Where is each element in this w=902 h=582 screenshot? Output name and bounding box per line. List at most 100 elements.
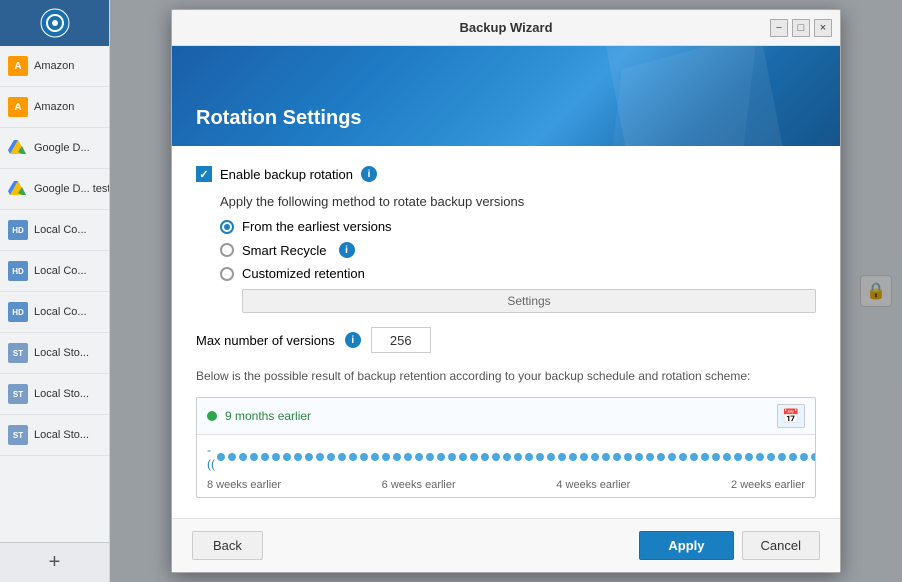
radio-smart-recycle[interactable] bbox=[220, 243, 234, 257]
smart-recycle-info-icon[interactable]: i bbox=[339, 242, 355, 258]
t-dot bbox=[668, 453, 676, 461]
t-dot bbox=[305, 453, 313, 461]
t-dot bbox=[217, 453, 225, 461]
maximize-button[interactable]: □ bbox=[792, 19, 810, 37]
sidebar-item-amazon1[interactable]: A Amazon bbox=[0, 46, 109, 87]
t-dot bbox=[624, 453, 632, 461]
t-dot bbox=[437, 453, 445, 461]
t-dot bbox=[778, 453, 786, 461]
sidebar-header bbox=[0, 0, 109, 46]
storage-icon3: ST bbox=[8, 425, 28, 445]
t-dot bbox=[503, 453, 511, 461]
radio-earliest-label: From the earliest versions bbox=[242, 219, 392, 234]
banner-title: Rotation Settings bbox=[196, 107, 362, 130]
sidebar-item-google1[interactable]: Google D... bbox=[0, 128, 109, 169]
sidebar-item-label: Local Sto... bbox=[34, 347, 89, 359]
dialog-body: Enable backup rotation i Apply the follo… bbox=[172, 146, 840, 518]
apply-button[interactable]: Apply bbox=[639, 531, 733, 560]
t-dot bbox=[536, 453, 544, 461]
t-dot bbox=[250, 453, 258, 461]
t-dot bbox=[745, 453, 753, 461]
t-dot bbox=[547, 453, 555, 461]
t-dot bbox=[481, 453, 489, 461]
sidebar-item-label: Local Co... bbox=[34, 306, 87, 318]
t-dot bbox=[646, 453, 654, 461]
timeline-labels: 8 weeks earlier 6 weeks earlier 4 weeks … bbox=[197, 479, 815, 497]
cancel-button[interactable]: Cancel bbox=[742, 531, 820, 560]
t-dot bbox=[404, 453, 412, 461]
timeline-line: -(( bbox=[207, 443, 805, 471]
timeline-label-2: 6 weeks earlier bbox=[382, 479, 456, 491]
sidebar-item-label: Local Sto... bbox=[34, 388, 89, 400]
back-button[interactable]: Back bbox=[192, 531, 263, 560]
sidebar-item-label: Amazon bbox=[34, 60, 74, 72]
minimize-button[interactable]: − bbox=[770, 19, 788, 37]
t-dot bbox=[459, 453, 467, 461]
google-drive-icon2 bbox=[8, 179, 28, 199]
local-backup-icon3: HD bbox=[8, 302, 28, 322]
timeline-container: 9 months earlier 📅 -(( bbox=[196, 397, 816, 498]
t-dot bbox=[272, 453, 280, 461]
sidebar-item-label: Local Co... bbox=[34, 224, 87, 236]
add-backup-button[interactable]: + bbox=[0, 542, 109, 582]
dialog-overlay: Backup Wizard − □ × Rotation Settings bbox=[110, 0, 902, 582]
local-backup-icon: HD bbox=[8, 220, 28, 240]
sidebar-item-label: Local Co... bbox=[34, 265, 87, 277]
max-versions-info-icon[interactable]: i bbox=[345, 332, 361, 348]
sidebar-item-amazon2[interactable]: A Amazon bbox=[0, 87, 109, 128]
timeline-label-3: 4 weeks earlier bbox=[556, 479, 630, 491]
t-dot bbox=[415, 453, 423, 461]
radio-row-smart: Smart Recycle i bbox=[220, 242, 816, 258]
enable-rotation-info-icon[interactable]: i bbox=[361, 166, 377, 182]
t-dot bbox=[767, 453, 775, 461]
t-dot bbox=[426, 453, 434, 461]
t-dot bbox=[602, 453, 610, 461]
t-dot bbox=[525, 453, 533, 461]
calendar-icon-button[interactable]: 📅 bbox=[777, 404, 805, 428]
sidebar-item-label: Amazon bbox=[34, 101, 74, 113]
t-dot bbox=[734, 453, 742, 461]
max-versions-row: Max number of versions i bbox=[196, 327, 816, 353]
radio-customized-label: Customized retention bbox=[242, 266, 365, 281]
timeline-dots bbox=[217, 453, 816, 461]
apply-method-label: Apply the following method to rotate bac… bbox=[220, 194, 816, 209]
sidebar-item-storage2[interactable]: ST Local Sto... bbox=[0, 374, 109, 415]
sidebar: A Amazon A Amazon Google D... bbox=[0, 0, 110, 582]
settings-button[interactable]: Settings bbox=[242, 289, 816, 313]
timeline-start-label: 9 months earlier bbox=[225, 409, 769, 423]
max-versions-input[interactable] bbox=[371, 327, 431, 353]
t-dot bbox=[382, 453, 390, 461]
radio-smart-label: Smart Recycle bbox=[242, 243, 327, 258]
amazon-icon: A bbox=[8, 56, 28, 76]
t-dot bbox=[239, 453, 247, 461]
radio-earliest-versions[interactable] bbox=[220, 220, 234, 234]
enable-rotation-checkbox[interactable] bbox=[196, 166, 212, 182]
enable-rotation-row: Enable backup rotation i bbox=[196, 166, 816, 182]
app-logo-icon bbox=[40, 8, 70, 38]
t-dot bbox=[470, 453, 478, 461]
timeline-header: 9 months earlier 📅 bbox=[197, 398, 815, 435]
retention-description: Below is the possible result of backup r… bbox=[196, 367, 816, 385]
sidebar-item-storage1[interactable]: ST Local Sto... bbox=[0, 333, 109, 374]
t-dot bbox=[327, 453, 335, 461]
close-button[interactable]: × bbox=[814, 19, 832, 37]
radio-row-earliest: From the earliest versions bbox=[220, 219, 816, 234]
dialog-title: Backup Wizard bbox=[459, 20, 552, 35]
timeline-label-4: 2 weeks earlier bbox=[731, 479, 805, 491]
t-dot bbox=[283, 453, 291, 461]
radio-customized-retention[interactable] bbox=[220, 267, 234, 281]
t-dot bbox=[613, 453, 621, 461]
t-dot bbox=[712, 453, 720, 461]
sidebar-item-local3[interactable]: HD Local Co... bbox=[0, 292, 109, 333]
sidebar-item-local1[interactable]: HD Local Co... bbox=[0, 210, 109, 251]
sidebar-item-local2[interactable]: HD Local Co... bbox=[0, 251, 109, 292]
dialog-titlebar: Backup Wizard − □ × bbox=[172, 10, 840, 46]
t-dot bbox=[360, 453, 368, 461]
t-dot bbox=[657, 453, 665, 461]
dialog-banner: Rotation Settings bbox=[172, 46, 840, 146]
t-dot bbox=[635, 453, 643, 461]
sidebar-item-storage3[interactable]: ST Local Sto... bbox=[0, 415, 109, 456]
sidebar-item-google2[interactable]: Google D... test bbox=[0, 169, 109, 210]
t-dot bbox=[591, 453, 599, 461]
backup-wizard-dialog: Backup Wizard − □ × Rotation Settings bbox=[171, 9, 841, 573]
